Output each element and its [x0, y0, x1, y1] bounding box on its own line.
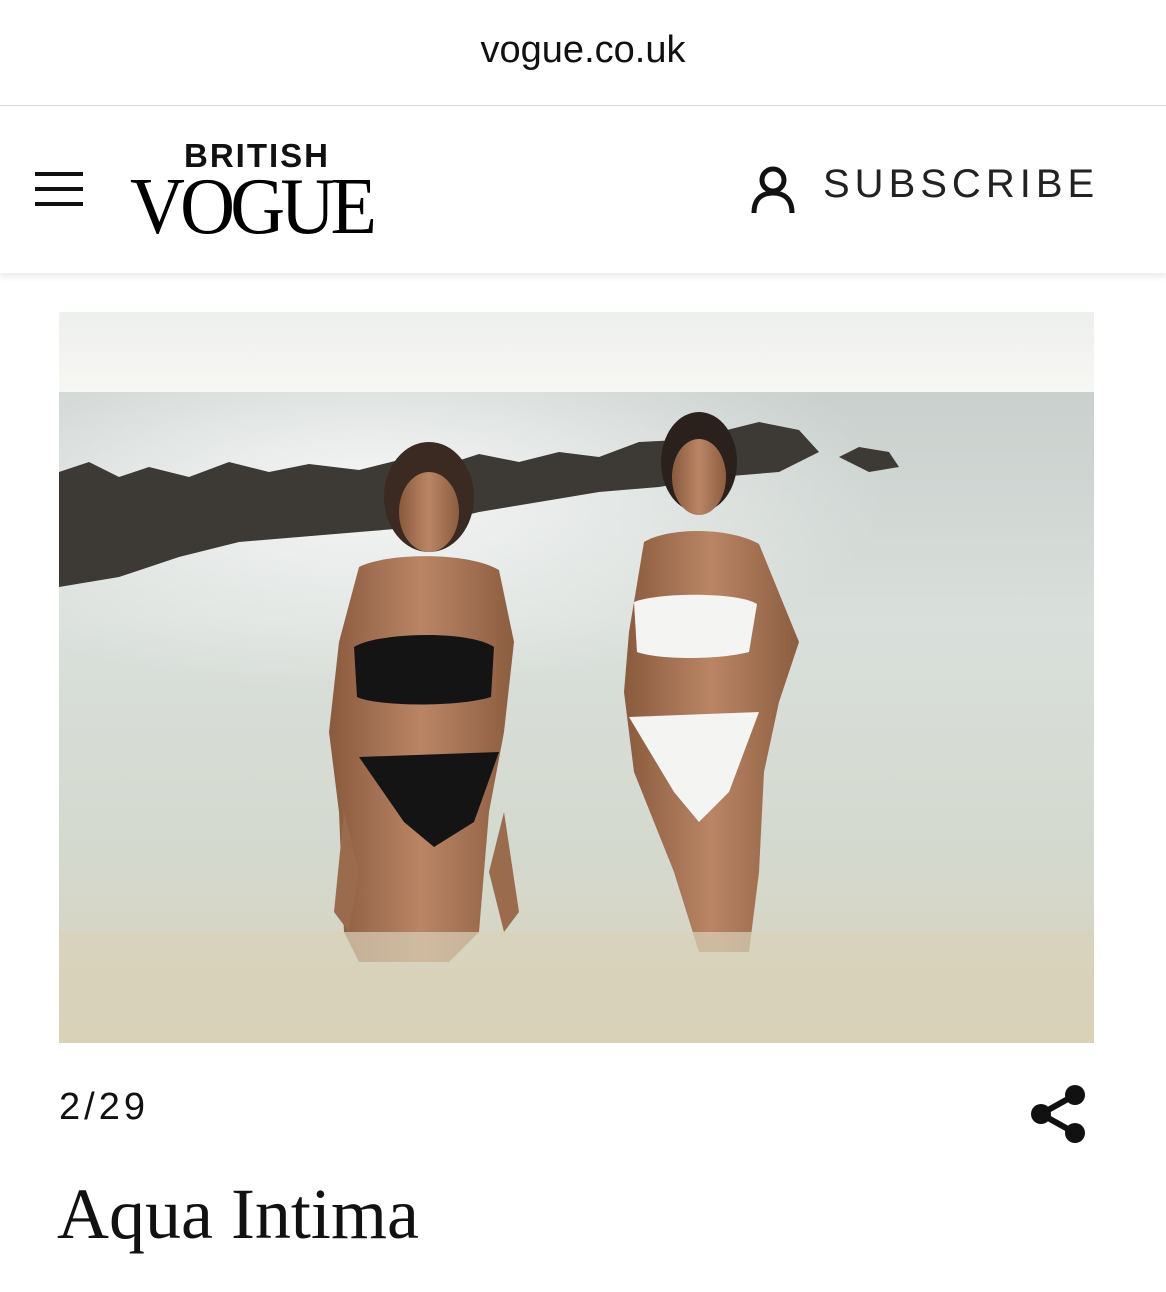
share-icon[interactable] [1028, 1083, 1088, 1145]
logo-vogue-text: VOGUE [130, 163, 377, 251]
user-icon[interactable] [750, 165, 796, 215]
subscribe-button[interactable]: SUBSCRIBE [823, 162, 1099, 207]
site-header: BRITISH VOGUE SUBSCRIBE [0, 107, 1166, 273]
british-vogue-logo[interactable]: BRITISH VOGUE [130, 137, 377, 251]
hamburger-menu-icon[interactable] [35, 170, 83, 210]
gallery-counter: 2/29 [59, 1086, 149, 1128]
gallery-caption-title: Aqua Intima [57, 1174, 419, 1254]
gallery-photo[interactable] [59, 312, 1094, 1043]
browser-address-bar[interactable]: vogue.co.uk [0, 0, 1166, 106]
url-text[interactable]: vogue.co.uk [481, 29, 686, 72]
